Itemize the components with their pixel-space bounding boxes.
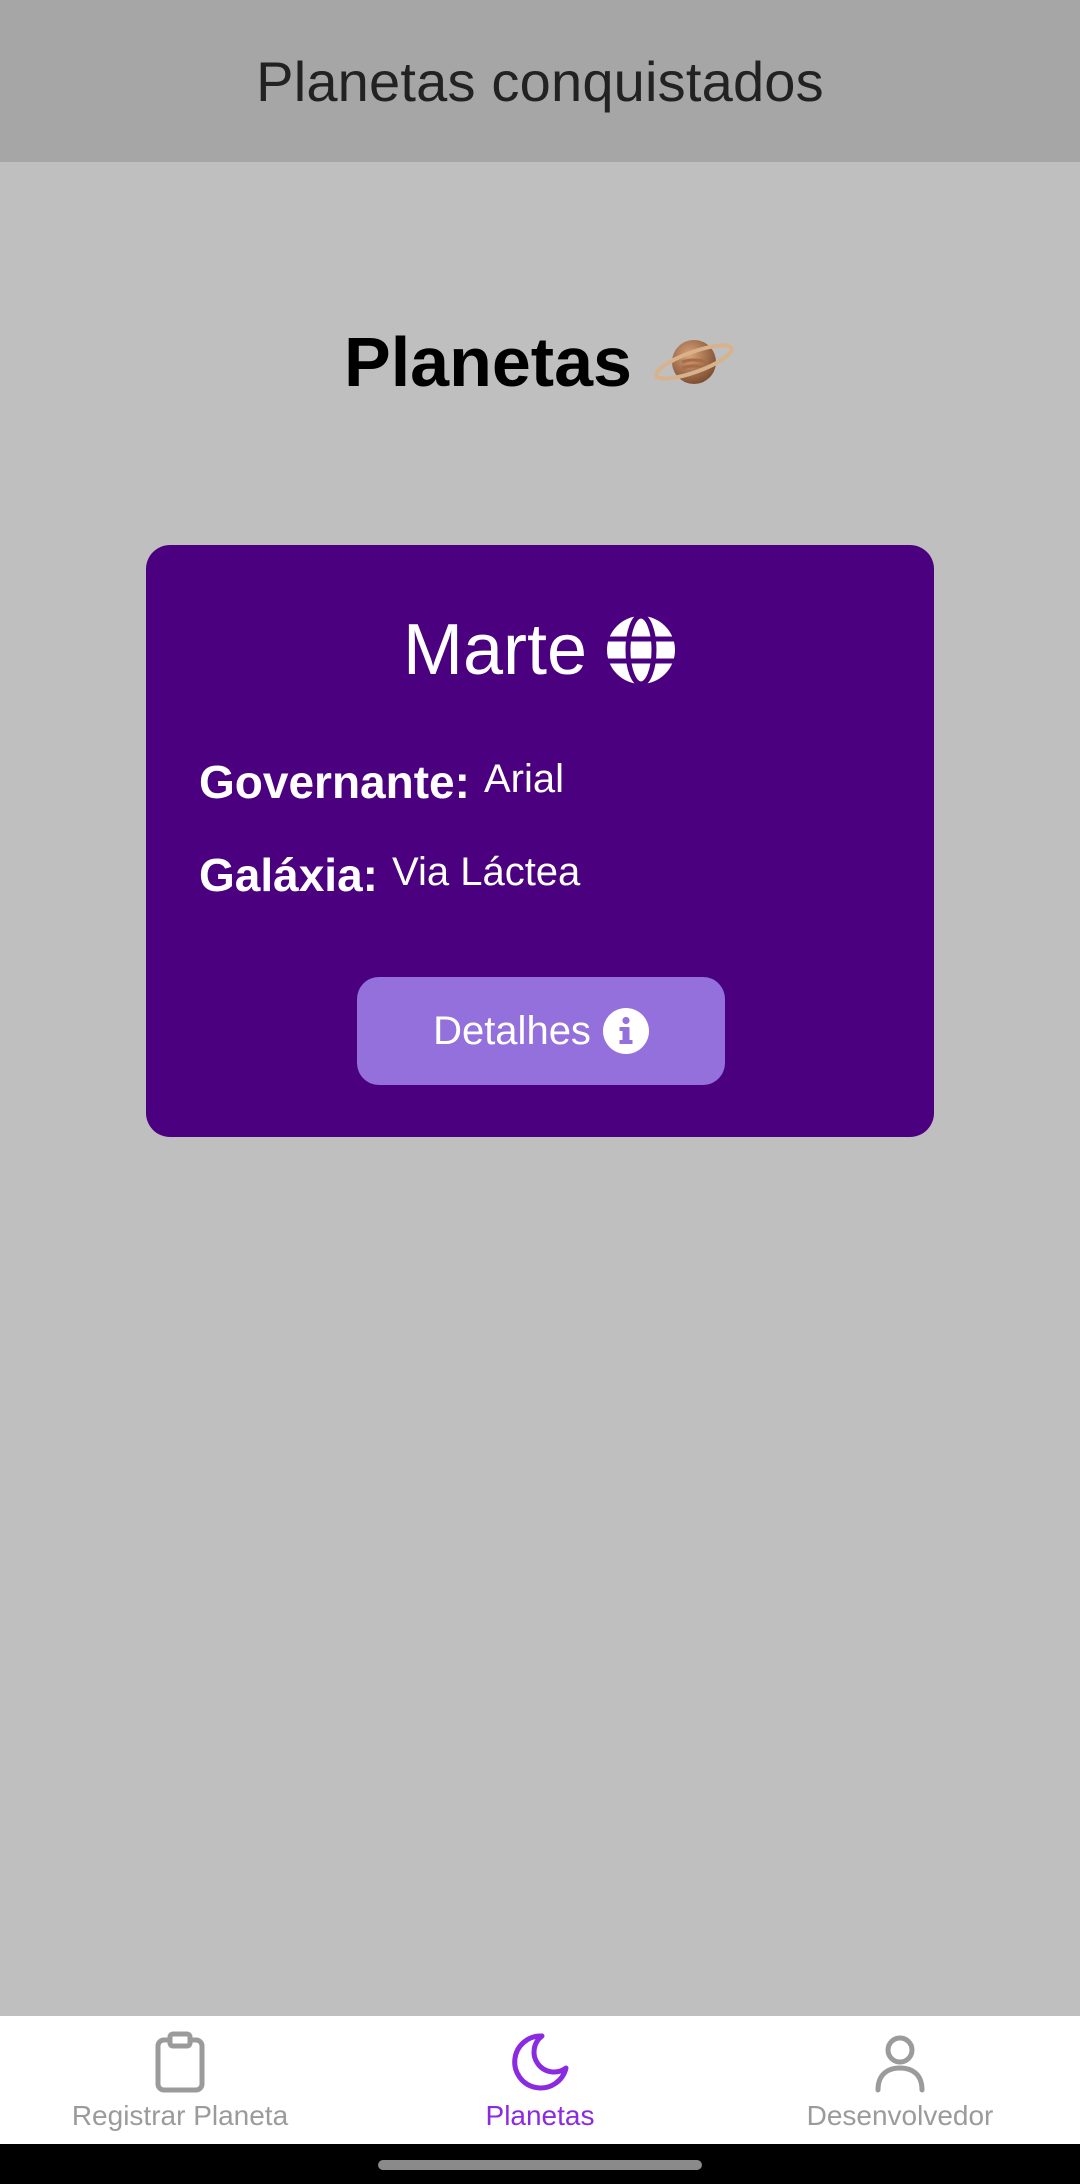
planet-card: Marte Governante: Arial Galáxia: Via Lác…: [146, 545, 934, 1137]
ringed-planet-icon: [654, 340, 734, 384]
galaxy-label: Galáxia:: [199, 849, 378, 901]
page-title: Planetas: [0, 322, 1080, 402]
galaxy-row: Galáxia: Via Láctea: [199, 848, 580, 902]
header-title: Planetas conquistados: [256, 49, 824, 113]
nav-label-planetas: Planetas: [485, 2100, 595, 2131]
governor-row: Governante: Arial: [199, 755, 564, 809]
nav-item-planetas[interactable]: Planetas: [360, 2016, 720, 2144]
user-icon: [875, 2035, 925, 2093]
page-title-text: Planetas: [344, 323, 632, 401]
home-indicator[interactable]: [378, 2160, 702, 2170]
nav-item-desenvolvedor[interactable]: Desenvolvedor: [720, 2016, 1080, 2144]
details-button-label: Detalhes: [433, 1008, 591, 1053]
nav-item-registrar-planeta[interactable]: Registrar Planeta: [0, 2016, 360, 2144]
bottom-navigation: Registrar Planeta Planetas Desenvolvedor: [0, 2016, 1080, 2144]
planet-name: Marte: [146, 609, 934, 691]
info-icon: [602, 1008, 649, 1054]
governor-value: Arial: [483, 757, 564, 801]
app-header: Planetas conquistados: [0, 0, 1080, 162]
planet-name-text: Marte: [402, 610, 588, 690]
nav-label-registrar-planeta: Registrar Planeta: [71, 2100, 289, 2131]
globe-icon: [607, 614, 676, 686]
governor-label: Governante:: [199, 756, 470, 808]
details-button[interactable]: Detalhes: [357, 977, 725, 1085]
galaxy-value: Via Láctea: [392, 850, 581, 894]
clipboard-icon: [155, 2031, 205, 2093]
system-navigation-bar: [0, 2144, 1080, 2184]
moon-icon: [512, 2033, 569, 2091]
nav-label-desenvolvedor: Desenvolvedor: [806, 2100, 994, 2131]
